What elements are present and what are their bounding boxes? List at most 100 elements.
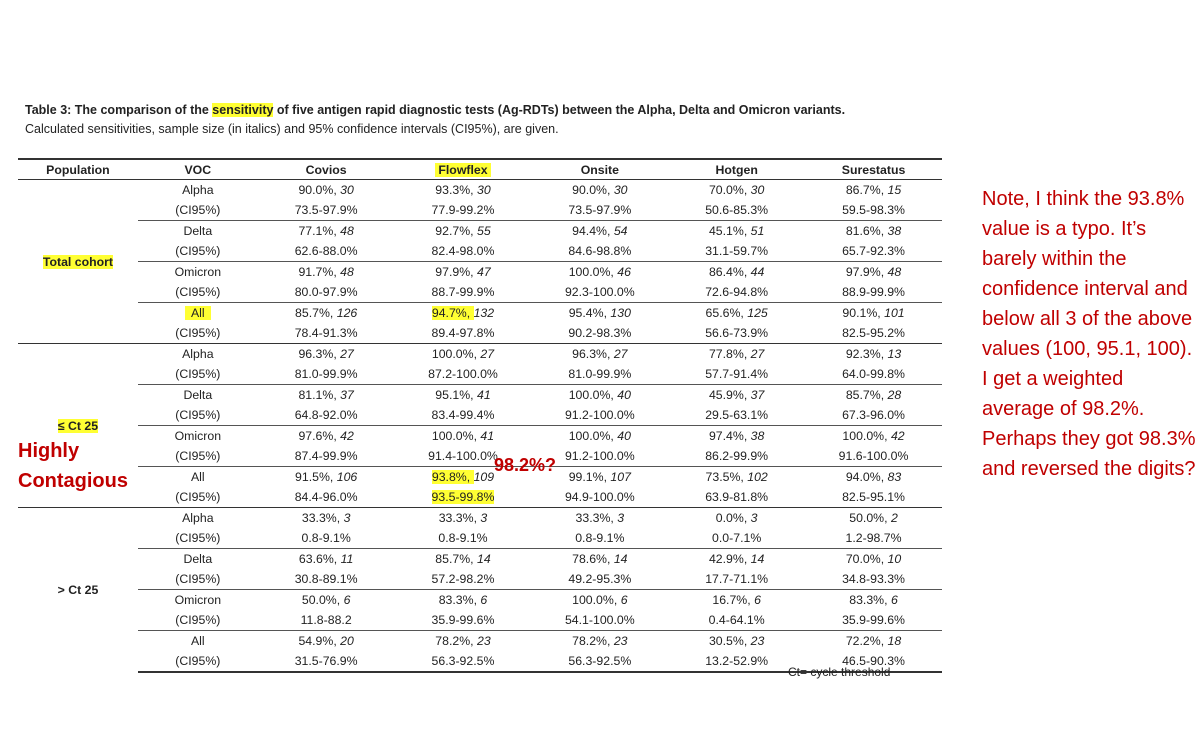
ci-value: 11.8-88.2 xyxy=(300,613,352,627)
ci-cell: 30.8-89.1% xyxy=(258,569,395,590)
sensitivity-cell: 78.2%, 23 xyxy=(531,630,669,651)
column-header: VOC xyxy=(137,158,258,180)
separator: , xyxy=(470,552,477,566)
sensitivity-value: 50.0% xyxy=(301,593,337,607)
ci-cell: 56.3-92.5% xyxy=(531,651,669,673)
column-header-label: Covios xyxy=(305,162,347,177)
table-header-row: Population VOC Covios Flowflex Onsite Hotgen S… xyxy=(18,158,942,180)
ci-cell: 87.2-100.0% xyxy=(395,364,532,385)
sensitivity-cell: 100.0%, 40 xyxy=(531,425,669,446)
separator: , xyxy=(607,183,614,197)
ci-value: 30.8-89.1% xyxy=(294,572,358,586)
ci-value: 54.1-100.0% xyxy=(564,613,635,627)
column-header: Population xyxy=(18,158,138,180)
ci-cell: 93.5-99.8% xyxy=(395,487,532,508)
separator: , xyxy=(743,265,751,279)
sensitivity-value: 33.3% xyxy=(575,511,611,525)
sensitivity-value: 85.7% xyxy=(845,388,881,402)
sensitivity-cell: 97.9%, 48 xyxy=(805,261,942,282)
sensitivity-value: 100.0% xyxy=(842,429,885,443)
ci-value: 0.4-64.1% xyxy=(708,613,765,627)
separator: , xyxy=(613,593,621,607)
voc-label: Omicron xyxy=(174,429,222,443)
sample-size: 14 xyxy=(750,552,765,566)
ci-cell: 35.9-99.6% xyxy=(805,610,942,631)
ci-cell: 56.3-92.5% xyxy=(394,651,532,673)
sensitivity-value: 70.0% xyxy=(708,183,744,197)
sample-size: 23 xyxy=(613,634,628,648)
sample-size: 38 xyxy=(750,429,765,443)
sample-size: 27 xyxy=(750,347,765,361)
sensitivity-cell: 30.5%, 23 xyxy=(668,630,806,651)
sensitivity-cell: 65.6%, 125 xyxy=(668,302,806,323)
ci-value: 91.6-100.0% xyxy=(838,449,909,463)
sensitivity-value: 16.7% xyxy=(712,593,748,607)
column-header-label: Hotgen xyxy=(715,162,758,177)
column-header: Hotgen xyxy=(668,158,806,180)
sensitivity-cell: 33.3%, 3 xyxy=(394,507,532,528)
voc-label: Omicron xyxy=(174,265,222,279)
sensitivity-cell: 73.5%, 102 xyxy=(668,466,806,487)
ci-cell: 87.4-99.9% xyxy=(258,446,395,467)
ci-value: 94.9-100.0% xyxy=(564,490,635,504)
sensitivity-cell: 78.6%, 14 xyxy=(531,548,669,569)
sensitivity-value: 83.3% xyxy=(438,593,474,607)
ci-cell: 81.0-99.9% xyxy=(531,364,668,385)
table-row-ci: (CI95%) 73.5-97.9% 77.9-99.2% 73.5-97.9% 50.… xyxy=(18,200,942,221)
sample-size: 3 xyxy=(480,511,488,525)
table-row-ci: (CI95%) 78.4-91.3% 89.4-97.8% 90.2-98.3% 56.… xyxy=(18,323,942,344)
sample-size: 28 xyxy=(887,388,902,402)
sensitivity-value: 78.2% xyxy=(572,634,607,648)
ci-cell: 73.5-97.9% xyxy=(531,200,668,221)
separator: , xyxy=(466,306,474,320)
separator: , xyxy=(329,306,337,320)
ci-value: 59.5-98.3% xyxy=(842,203,905,217)
sensitivity-cell: 45.1%, 51 xyxy=(668,220,806,241)
voc-label: Delta xyxy=(183,224,213,238)
ci-label: (CI95%) xyxy=(175,613,221,627)
ci-cell: 49.2-95.3% xyxy=(531,569,668,590)
sensitivity-value: 95.1% xyxy=(435,388,471,402)
sensitivity-value: 100.0% xyxy=(568,429,611,443)
sensitivity-cell: 72.2%, 18 xyxy=(805,630,942,651)
population-label: > Ct 25 xyxy=(57,583,99,597)
sample-size: 23 xyxy=(477,634,491,648)
sample-size: 42 xyxy=(340,429,354,443)
sensitivity-value: 78.2% xyxy=(435,634,471,648)
ci-value: 56.6-73.9% xyxy=(705,326,769,340)
ci-cell: 57.2-98.2% xyxy=(395,569,532,590)
voc-cell: All xyxy=(137,302,258,323)
table-row: Delta 63.6%, 11 85.7%, 14 78.6%, 14 42.9%, 1… xyxy=(18,548,942,569)
sensitivity-value: 93.8% xyxy=(431,470,467,484)
ci-value: 83.4-99.4% xyxy=(431,408,495,422)
separator: , xyxy=(470,634,477,648)
table-row-ci: (CI95%) 11.8-88.2 35.9-99.6% 54.1-100.0% 0.4… xyxy=(18,610,942,631)
ci-value: 34.8-93.3% xyxy=(842,572,905,586)
sensitivity-cell: 93.3%, 30 xyxy=(394,179,532,200)
sample-size: 132 xyxy=(473,306,495,320)
sample-size: 6 xyxy=(620,593,628,607)
sample-size: 6 xyxy=(754,593,761,607)
ci-value: 93.5-99.8% xyxy=(431,490,495,504)
table-body: Total cohort Alpha 90.0%, 30 93.3%, 30 90.0%… xyxy=(18,179,942,673)
sample-size: 3 xyxy=(617,511,625,525)
ci-cell: 64.0-99.8% xyxy=(805,364,942,385)
sensitivity-cell: 70.0%, 10 xyxy=(805,548,942,569)
table-row-ci: (CI95%) 80.0-97.9% 88.7-99.9% 92.3-100.0% 72… xyxy=(18,282,942,303)
sample-size: 83 xyxy=(887,470,902,484)
ci-cell: 31.1-59.7% xyxy=(668,241,805,262)
sensitivity-value: 81.6% xyxy=(845,224,881,238)
voc-label: Alpha xyxy=(182,183,214,197)
ci-value: 72.6-94.8% xyxy=(705,285,769,299)
ci-value: 73.5-97.9% xyxy=(294,203,358,217)
separator: , xyxy=(470,224,477,238)
ci-label: (CI95%) xyxy=(175,244,221,258)
separator: , xyxy=(880,224,888,238)
sample-size: 125 xyxy=(747,306,768,320)
sample-size: 30 xyxy=(750,183,765,197)
sensitivity-cell: 100.0%, 42 xyxy=(805,425,942,446)
sample-size: 27 xyxy=(613,347,628,361)
sensitivity-cell: 86.7%, 15 xyxy=(805,179,942,200)
column-header: Surestatus xyxy=(805,158,942,180)
sample-size: 10 xyxy=(887,552,902,566)
